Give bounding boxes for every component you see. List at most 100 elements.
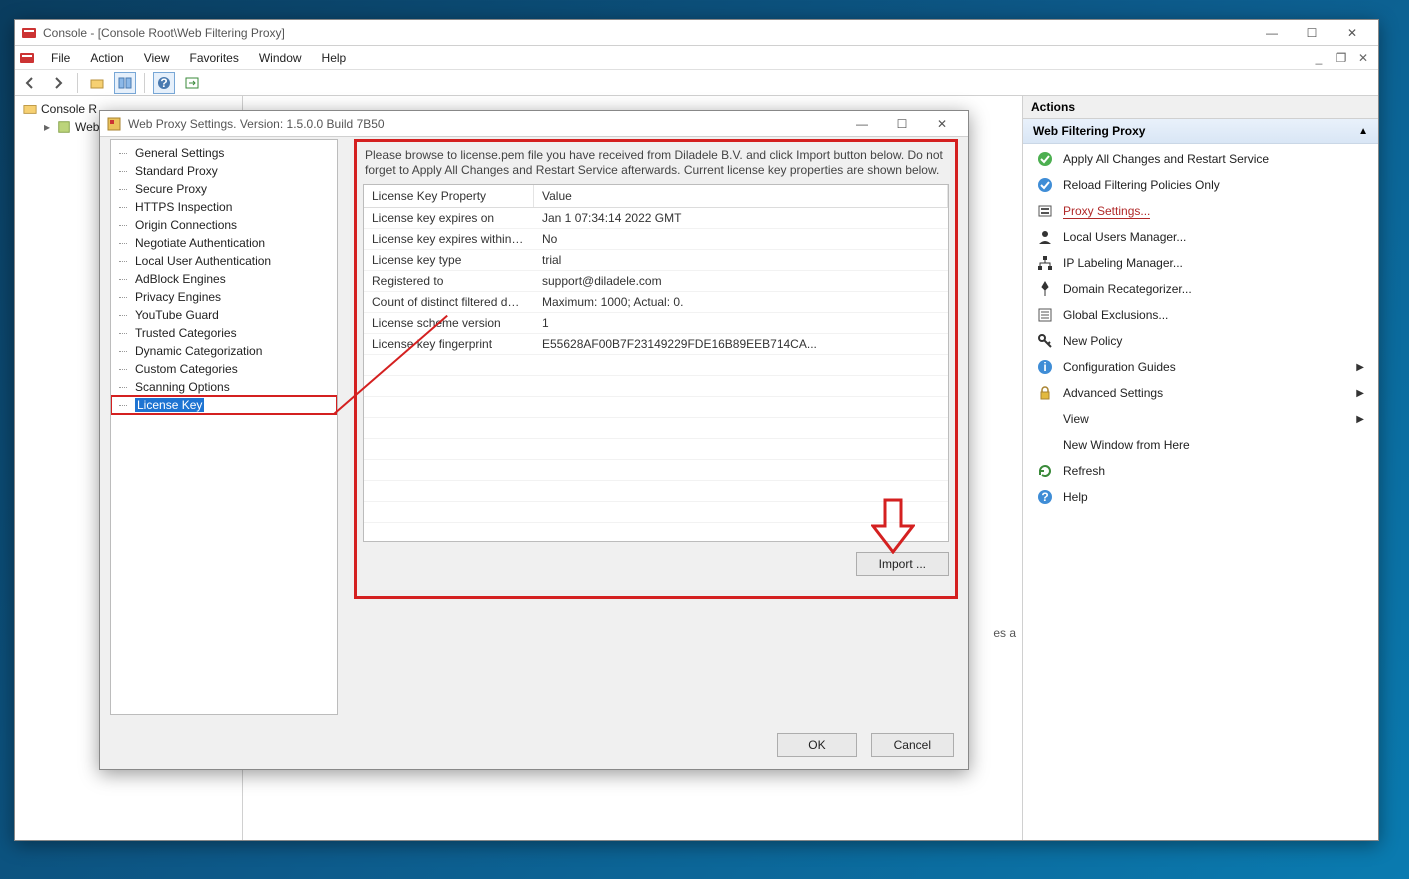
menu-favorites[interactable]: Favorites bbox=[180, 48, 249, 68]
close-button[interactable]: ✕ bbox=[1332, 22, 1372, 44]
up-button[interactable] bbox=[86, 72, 108, 94]
minimize-button[interactable]: — bbox=[1252, 22, 1292, 44]
settings-tree[interactable]: General SettingsStandard ProxySecure Pro… bbox=[110, 139, 338, 715]
chevron-right-icon: ▶ bbox=[1356, 362, 1364, 373]
settings-tree-item[interactable]: HTTPS Inspection bbox=[111, 198, 337, 216]
action-icon bbox=[1037, 281, 1053, 297]
action-item-13[interactable]: ?Help bbox=[1029, 484, 1372, 510]
ok-button[interactable]: OK bbox=[777, 733, 856, 757]
main-titlebar[interactable]: Console - [Console Root\Web Filtering Pr… bbox=[15, 20, 1378, 46]
action-item-11[interactable]: New Window from Here bbox=[1029, 432, 1372, 458]
settings-tree-item[interactable]: Scanning Options bbox=[111, 378, 337, 396]
dialog-minimize-button[interactable]: — bbox=[842, 113, 882, 135]
forward-button[interactable] bbox=[47, 72, 69, 94]
table-row[interactable]: Count of distinct filtered devi...Maximu… bbox=[364, 292, 948, 313]
folder-icon bbox=[23, 102, 37, 116]
menubar: File Action View Favorites Window Help _… bbox=[15, 46, 1378, 70]
mdi-minimize-button[interactable]: _ bbox=[1310, 50, 1328, 66]
cancel-button[interactable]: Cancel bbox=[871, 733, 954, 757]
action-icon: ? bbox=[1037, 489, 1053, 505]
col-value[interactable]: Value bbox=[534, 185, 948, 207]
table-row[interactable]: License key typetrial bbox=[364, 250, 948, 271]
action-label: Local Users Manager... bbox=[1063, 230, 1186, 244]
action-item-1[interactable]: Reload Filtering Policies Only bbox=[1029, 172, 1372, 198]
expand-icon[interactable]: ▸ bbox=[41, 120, 53, 134]
col-property[interactable]: License Key Property bbox=[364, 185, 534, 207]
action-label: Refresh bbox=[1063, 464, 1105, 478]
action-label: Advanced Settings bbox=[1063, 386, 1163, 400]
settings-tree-item[interactable]: Negotiate Authentication bbox=[111, 234, 337, 252]
action-item-9[interactable]: Advanced Settings▶ bbox=[1029, 380, 1372, 406]
action-item-5[interactable]: Domain Recategorizer... bbox=[1029, 276, 1372, 302]
cell-property: Registered to bbox=[364, 271, 534, 292]
menu-action[interactable]: Action bbox=[80, 48, 133, 68]
mdi-restore-button[interactable]: ❐ bbox=[1332, 50, 1350, 66]
dialog-titlebar[interactable]: Web Proxy Settings. Version: 1.5.0.0 Bui… bbox=[100, 111, 968, 137]
menu-view[interactable]: View bbox=[134, 48, 180, 68]
tree-root-label: Console R bbox=[41, 102, 97, 116]
action-label: Proxy Settings... bbox=[1063, 204, 1150, 219]
settings-tree-item[interactable]: Secure Proxy bbox=[111, 180, 337, 198]
action-item-0[interactable]: Apply All Changes and Restart Service bbox=[1029, 146, 1372, 172]
cell-value: E55628AF00B7F23149229FDE16B89EEB714CA... bbox=[534, 334, 948, 355]
action-item-8[interactable]: iConfiguration Guides▶ bbox=[1029, 354, 1372, 380]
settings-tree-item[interactable]: General Settings bbox=[111, 144, 337, 162]
table-row[interactable]: Registered tosupport@diladele.com bbox=[364, 271, 948, 292]
action-label: Global Exclusions... bbox=[1063, 308, 1168, 322]
dialog-maximize-button[interactable]: ☐ bbox=[882, 113, 922, 135]
table-row[interactable]: License scheme version1 bbox=[364, 313, 948, 334]
action-icon bbox=[1037, 151, 1053, 167]
dialog-body: General SettingsStandard ProxySecure Pro… bbox=[110, 139, 958, 715]
action-icon bbox=[1037, 463, 1053, 479]
action-item-12[interactable]: Refresh bbox=[1029, 458, 1372, 484]
settings-tree-item[interactable]: Custom Categories bbox=[111, 360, 337, 378]
settings-tree-item[interactable]: License Key bbox=[111, 396, 337, 414]
app-icon bbox=[21, 25, 37, 41]
action-item-6[interactable]: Global Exclusions... bbox=[1029, 302, 1372, 328]
action-label: Domain Recategorizer... bbox=[1063, 282, 1192, 296]
dialog-icon bbox=[106, 116, 122, 132]
action-item-7[interactable]: New Policy bbox=[1029, 328, 1372, 354]
actions-pane: Actions Web Filtering Proxy ▲ Apply All … bbox=[1023, 96, 1378, 840]
action-item-10[interactable]: View▶ bbox=[1029, 406, 1372, 432]
action-label: IP Labeling Manager... bbox=[1063, 256, 1183, 270]
cell-property: License scheme version bbox=[364, 313, 534, 334]
settings-tree-item[interactable]: Dynamic Categorization bbox=[111, 342, 337, 360]
cell-property: License key expires within tw... bbox=[364, 229, 534, 250]
menu-help[interactable]: Help bbox=[312, 48, 357, 68]
maximize-button[interactable]: ☐ bbox=[1292, 22, 1332, 44]
settings-tree-item[interactable]: Trusted Categories bbox=[111, 324, 337, 342]
settings-tree-item[interactable]: Privacy Engines bbox=[111, 288, 337, 306]
settings-tree-item[interactable]: YouTube Guard bbox=[111, 306, 337, 324]
svg-text:?: ? bbox=[160, 76, 167, 90]
action-item-2[interactable]: Proxy Settings... bbox=[1029, 198, 1372, 224]
action-item-3[interactable]: Local Users Manager... bbox=[1029, 224, 1372, 250]
action-icon bbox=[1037, 177, 1053, 193]
table-row[interactable]: License key expires within tw...No bbox=[364, 229, 948, 250]
action-icon bbox=[1037, 411, 1053, 427]
settings-tree-item[interactable]: AdBlock Engines bbox=[111, 270, 337, 288]
help-toolbar-button[interactable]: ? bbox=[153, 72, 175, 94]
import-button[interactable]: Import ... bbox=[856, 552, 949, 576]
actions-list: Apply All Changes and Restart ServiceRel… bbox=[1023, 144, 1378, 512]
back-button[interactable] bbox=[19, 72, 41, 94]
table-row[interactable]: License key expires onJan 1 07:34:14 202… bbox=[364, 208, 948, 229]
mdi-close-button[interactable]: ✕ bbox=[1354, 50, 1372, 66]
actions-group-header[interactable]: Web Filtering Proxy ▲ bbox=[1023, 119, 1378, 144]
menu-window[interactable]: Window bbox=[249, 48, 312, 68]
show-hide-button[interactable] bbox=[114, 72, 136, 94]
export-button[interactable] bbox=[181, 72, 203, 94]
dialog-close-button[interactable]: ✕ bbox=[922, 113, 962, 135]
cell-property: License key type bbox=[364, 250, 534, 271]
license-frame: Please browse to license.pem file you ha… bbox=[354, 139, 958, 599]
menu-file[interactable]: File bbox=[41, 48, 80, 68]
settings-tree-item[interactable]: Local User Authentication bbox=[111, 252, 337, 270]
settings-tree-item[interactable]: Origin Connections bbox=[111, 216, 337, 234]
table-row[interactable]: License key fingerprintE55628AF00B7F2314… bbox=[364, 334, 948, 355]
action-icon bbox=[1037, 255, 1053, 271]
action-icon bbox=[1037, 307, 1053, 323]
action-item-4[interactable]: IP Labeling Manager... bbox=[1029, 250, 1372, 276]
settings-tree-item[interactable]: Standard Proxy bbox=[111, 162, 337, 180]
svg-text:i: i bbox=[1043, 360, 1046, 374]
action-label: View bbox=[1063, 412, 1089, 426]
